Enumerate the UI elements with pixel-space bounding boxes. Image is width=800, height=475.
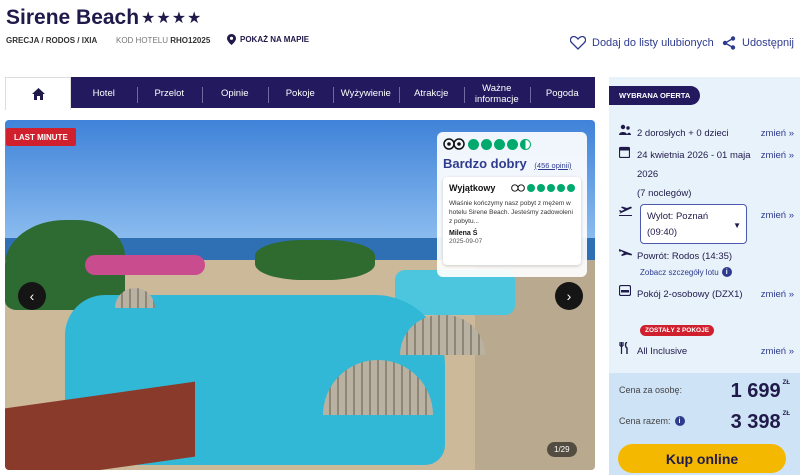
nav-tab-board[interactable]: Wyżywienie xyxy=(333,79,399,108)
tripadvisor-owl-icon xyxy=(443,138,465,150)
nav-tab-flight[interactable]: Przelot xyxy=(136,79,203,108)
review-text: Właśnie kończymy nasz pobyt z mężem w ho… xyxy=(449,200,573,225)
nav-tab-attractions[interactable]: Atrakcje xyxy=(398,79,465,108)
price-total-value: 3 398 xyxy=(730,411,781,433)
chevron-left-icon: ‹ xyxy=(29,288,35,304)
show-map-link[interactable]: POKAŻ NA MAPIE xyxy=(227,34,309,45)
flight-details-link[interactable]: Zobacz szczegóły lotu i xyxy=(640,267,732,277)
offer-nights: (7 noclegów) xyxy=(637,188,692,199)
buy-online-button[interactable]: Kup online xyxy=(618,444,786,473)
calendar-icon xyxy=(618,146,631,159)
cutlery-icon xyxy=(619,341,628,354)
offer-travelers: 2 dorosłych + 0 dzieci xyxy=(637,128,729,139)
offer-return-flight: Powrót: Rodos (14:35) xyxy=(637,251,733,262)
gallery-counter: 1/29 xyxy=(547,442,577,457)
price-total-label-row: Cena razem: i xyxy=(619,416,685,426)
nav-tab-reviews[interactable]: Opinie xyxy=(202,79,268,108)
offer-dates-row: 24 kwietnia 2026 - 01 maja 2026 (7 nocle… xyxy=(618,146,794,203)
map-pin-icon xyxy=(227,34,236,45)
tripadvisor-review-count[interactable]: (456 opinii) xyxy=(534,161,571,170)
price-per-person-value: 1 699 xyxy=(730,380,781,402)
review-author: Milena Ś xyxy=(449,230,478,237)
hotel-name: Sirene Beach xyxy=(6,6,140,29)
price-total-currency: ZŁ xyxy=(782,411,790,417)
photo-flowers xyxy=(85,255,205,275)
nav-tab-hotel[interactable]: Hotel xyxy=(71,79,137,108)
info-icon[interactable]: i xyxy=(674,416,685,426)
rooms-left-badge: ZOSTAŁY 2 POKOJE xyxy=(640,325,715,336)
tripadvisor-rating-text: Bardzo dobry xyxy=(443,156,527,171)
review-rating-bubbles xyxy=(511,184,575,192)
hotel-code-value: RHO12025 xyxy=(170,36,211,45)
hotel-nav-bar: Hotel Przelot Opinie Pokoje Wyżywienie A… xyxy=(5,77,596,110)
add-to-favorites-button[interactable]: Dodaj do listy ulubionych xyxy=(570,36,714,50)
show-map-label: POKAŻ NA MAPIE xyxy=(240,35,310,44)
departure-select[interactable]: Wylot: Poznań (09:40) ▼ xyxy=(640,204,747,244)
last-minute-badge: LAST MINUTE xyxy=(6,128,76,146)
home-icon xyxy=(31,88,45,100)
hotel-code: KOD HOTELU RHO12025 xyxy=(116,36,210,45)
plane-arrival-icon xyxy=(619,249,632,256)
departure-select-value: Wylot: Poznań (09:40) xyxy=(647,211,709,238)
hotel-stars: ★★★★ xyxy=(141,10,203,27)
price-per-person-currency: ZŁ xyxy=(782,380,790,386)
offer-board: All Inclusive xyxy=(637,346,688,357)
plane-departure-icon xyxy=(619,206,632,216)
offer-board-row: All Inclusive zmień » xyxy=(619,341,794,361)
offer-room-row: Pokój 2-osobowy (DZX1) zmień » xyxy=(618,284,794,304)
price-total-label: Cena razem: xyxy=(619,416,671,426)
tripadvisor-rating-bubbles xyxy=(468,138,531,150)
heart-icon xyxy=(570,36,586,50)
selected-offer-tag: WYBRANA OFERTA xyxy=(609,86,701,105)
price-total: 3 398 ZŁ xyxy=(731,411,790,434)
offer-return-row: Powrót: Rodos (14:35) xyxy=(619,247,794,266)
people-icon xyxy=(619,124,631,135)
flight-details-label: Zobacz szczegóły lotu xyxy=(640,267,719,277)
nav-tab-rooms[interactable]: Pokoje xyxy=(267,79,334,108)
offer-dates: 24 kwietnia 2026 - 01 maja 2026 xyxy=(637,150,751,180)
review-date: 2025-09-07 xyxy=(449,238,483,245)
tripadvisor-card[interactable]: Bardzo dobry (456 opinii) Wyjątkowy Właś… xyxy=(437,132,587,277)
gallery-prev-button[interactable]: ‹ xyxy=(18,282,46,310)
offer-room: Pokój 2-osobowy (DZX1) xyxy=(637,289,743,300)
change-travelers-link[interactable]: zmień » xyxy=(756,124,794,143)
share-icon xyxy=(722,36,736,50)
change-room-link[interactable]: zmień » xyxy=(756,285,794,304)
share-button[interactable]: Udostępnij xyxy=(722,36,794,50)
hotel-code-label: KOD HOTELU xyxy=(116,36,169,45)
tripadvisor-owl-icon xyxy=(511,184,525,192)
bed-icon xyxy=(618,284,632,297)
change-board-link[interactable]: zmień » xyxy=(756,342,794,361)
photo-trees xyxy=(255,240,375,280)
price-per-person: 1 699 ZŁ xyxy=(731,380,790,403)
offer-travelers-row: 2 dorosłych + 0 dzieci zmień » xyxy=(619,124,794,143)
nav-tab-important-info[interactable]: Ważne informacje xyxy=(464,79,530,108)
breadcrumb[interactable]: GRECJA / RODOS / IXIA xyxy=(6,36,97,45)
info-icon: i xyxy=(721,267,732,277)
nav-home-tab[interactable] xyxy=(5,77,71,110)
chevron-right-icon: › xyxy=(566,288,572,304)
change-departure-link[interactable]: zmień » xyxy=(756,206,794,225)
review-card: Wyjątkowy Właśnie kończymy nasz pobyt z … xyxy=(443,177,581,265)
review-title: Wyjątkowy xyxy=(449,183,496,193)
add-to-favorites-label: Dodaj do listy ulubionych xyxy=(592,37,714,49)
share-label: Udostępnij xyxy=(742,37,794,49)
nav-tab-weather[interactable]: Pogoda xyxy=(529,79,596,108)
change-dates-link[interactable]: zmień » xyxy=(756,146,794,203)
caret-down-icon: ▼ xyxy=(733,221,741,230)
price-per-person-label: Cena za osobę: xyxy=(619,385,683,395)
gallery-next-button[interactable]: › xyxy=(555,282,583,310)
